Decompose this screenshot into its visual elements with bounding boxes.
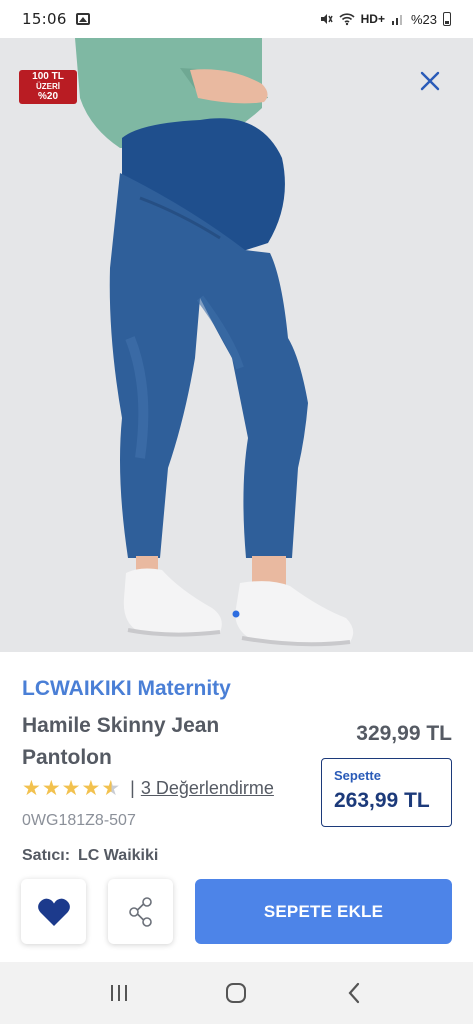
status-time: 15:06 [22,10,67,28]
star-icon: ★ [22,776,41,800]
close-button[interactable] [417,68,443,94]
battery-icon [443,12,451,26]
rating-separator: | [130,778,135,798]
seller-row: Satıcı: LC Waikiki [22,847,166,865]
recents-button[interactable] [99,973,139,1013]
basket-price: 263,99 TL [334,789,430,812]
battery-percent: %23 [410,11,437,27]
status-bar: 15:06 HD+ %23 [0,0,473,38]
share-button[interactable] [108,879,173,944]
close-icon [420,71,440,91]
product-image[interactable]: 100 TL ÜZERİ %20 [0,38,473,652]
status-indicators: HD+ %23 [319,12,451,27]
home-icon [226,983,247,1003]
signal-icon [391,15,402,25]
wifi-icon [339,13,355,26]
favorite-button[interactable] [21,879,86,944]
star-icon: ★ [61,776,81,800]
reviews-link[interactable]: 3 Değerlendirme [141,778,274,799]
mute-icon [320,14,333,24]
product-title: Hamile Skinny Jean Pantolon [22,714,220,769]
product-price: 329,99 TL [356,722,452,745]
system-nav-bar [0,962,473,1024]
basket-price-box: Sepette 263,99 TL [321,758,452,827]
rating-stars: ★ ★ ★ ★ ★ [22,776,121,800]
gallery-notification-icon [75,13,90,25]
star-icon: ★ [81,776,101,800]
product-info: LCWAIKIKI Maternity Hamile Skinny Jean P… [0,652,473,962]
badge-line-1: 100 TL [32,71,64,82]
badge-line-3: %20 [37,91,58,102]
back-button[interactable] [334,973,374,1013]
home-button[interactable] [216,973,256,1013]
rating-row: ★ ★ ★ ★ ★ | 3 Değerlendirme [22,778,274,799]
seller-label: Satıcı: [22,847,71,864]
product-photo [0,38,473,652]
discount-badge: 100 TL ÜZERİ %20 [19,70,77,104]
heart-icon [37,898,70,926]
basket-price-label: Sepette [334,768,381,783]
star-icon: ★ [41,776,61,800]
network-type: HD+ [360,12,385,26]
half-star-icon: ★ [101,776,121,800]
seller-name[interactable]: LC Waikiki [78,847,158,864]
share-icon [128,896,152,927]
add-to-cart-button[interactable]: SEPETE EKLE [195,879,452,944]
back-icon [348,982,360,1004]
brand-name[interactable]: LCWAIKIKI Maternity [22,677,231,701]
product-sku: 0WG181Z8-507 [22,812,136,829]
recents-icon [110,985,127,1001]
